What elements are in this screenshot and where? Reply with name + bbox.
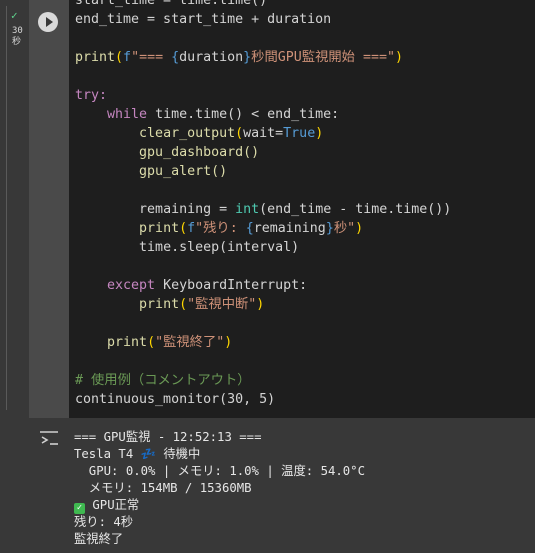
code-line: gpu_alert() [139, 164, 228, 179]
output-gpu-name: Tesla T4 💤 待機中 [74, 447, 201, 461]
code-line: remaining = int(end_time - time.time()) [139, 202, 452, 217]
code-line: end_time = start_time + duration [75, 12, 332, 27]
cell-output: === GPU監視 - 12:52:13 === Tesla T4 💤 待機中 … [29, 418, 535, 553]
code-line: clear_output(wait=True) [139, 126, 324, 141]
sleep-icon: 💤 [140, 447, 156, 461]
code-line: # 使用例（コメントアウト） [75, 373, 251, 388]
code-line: except KeyboardInterrupt: [107, 278, 308, 293]
exec-time-unit: 秒 [12, 37, 22, 47]
code-line: print("監視終了") [107, 335, 233, 350]
code-line: gpu_dashboard() [139, 145, 260, 160]
output-status: ✓ GPU正常 [74, 497, 139, 514]
gutter-line [6, 6, 7, 410]
code-line: start_time = time.time() [75, 0, 268, 8]
exec-time-number: 30 [12, 26, 23, 36]
check-icon: ✓ [74, 503, 85, 514]
code-line: print(f"=== {duration}秒間GPU監視開始 ===") [75, 50, 404, 65]
output-finished: 監視終了 [74, 532, 124, 546]
cell-gutter: ✓ 30 秒 [0, 0, 29, 553]
output-memory: メモリ: 154MB / 15360MB [74, 481, 252, 495]
output-gpu-stats: GPU: 0.0% | メモリ: 1.0% | 温度: 54.0°C [74, 464, 365, 478]
code-editor[interactable]: start_time = time.time() end_time = star… [69, 0, 535, 418]
code-line: continuous_monitor(30, 5) [75, 392, 276, 407]
code-line: try: [75, 88, 108, 103]
code-line: time.sleep(interval) [139, 240, 300, 255]
success-check-icon: ✓ [11, 9, 18, 22]
code-line: print(f"残り: {remaining}秒") [139, 221, 364, 236]
output-header: === GPU監視 - 12:52:13 === [74, 430, 262, 444]
output-remaining: 残り: 4秒 [74, 515, 134, 529]
code-line: while time.time() < end_time: [107, 107, 340, 122]
output-toggle-icon[interactable] [38, 429, 60, 447]
cell-toolbar [29, 0, 69, 418]
code-line: print("監視中断") [139, 297, 265, 312]
run-cell-button[interactable] [38, 12, 58, 32]
